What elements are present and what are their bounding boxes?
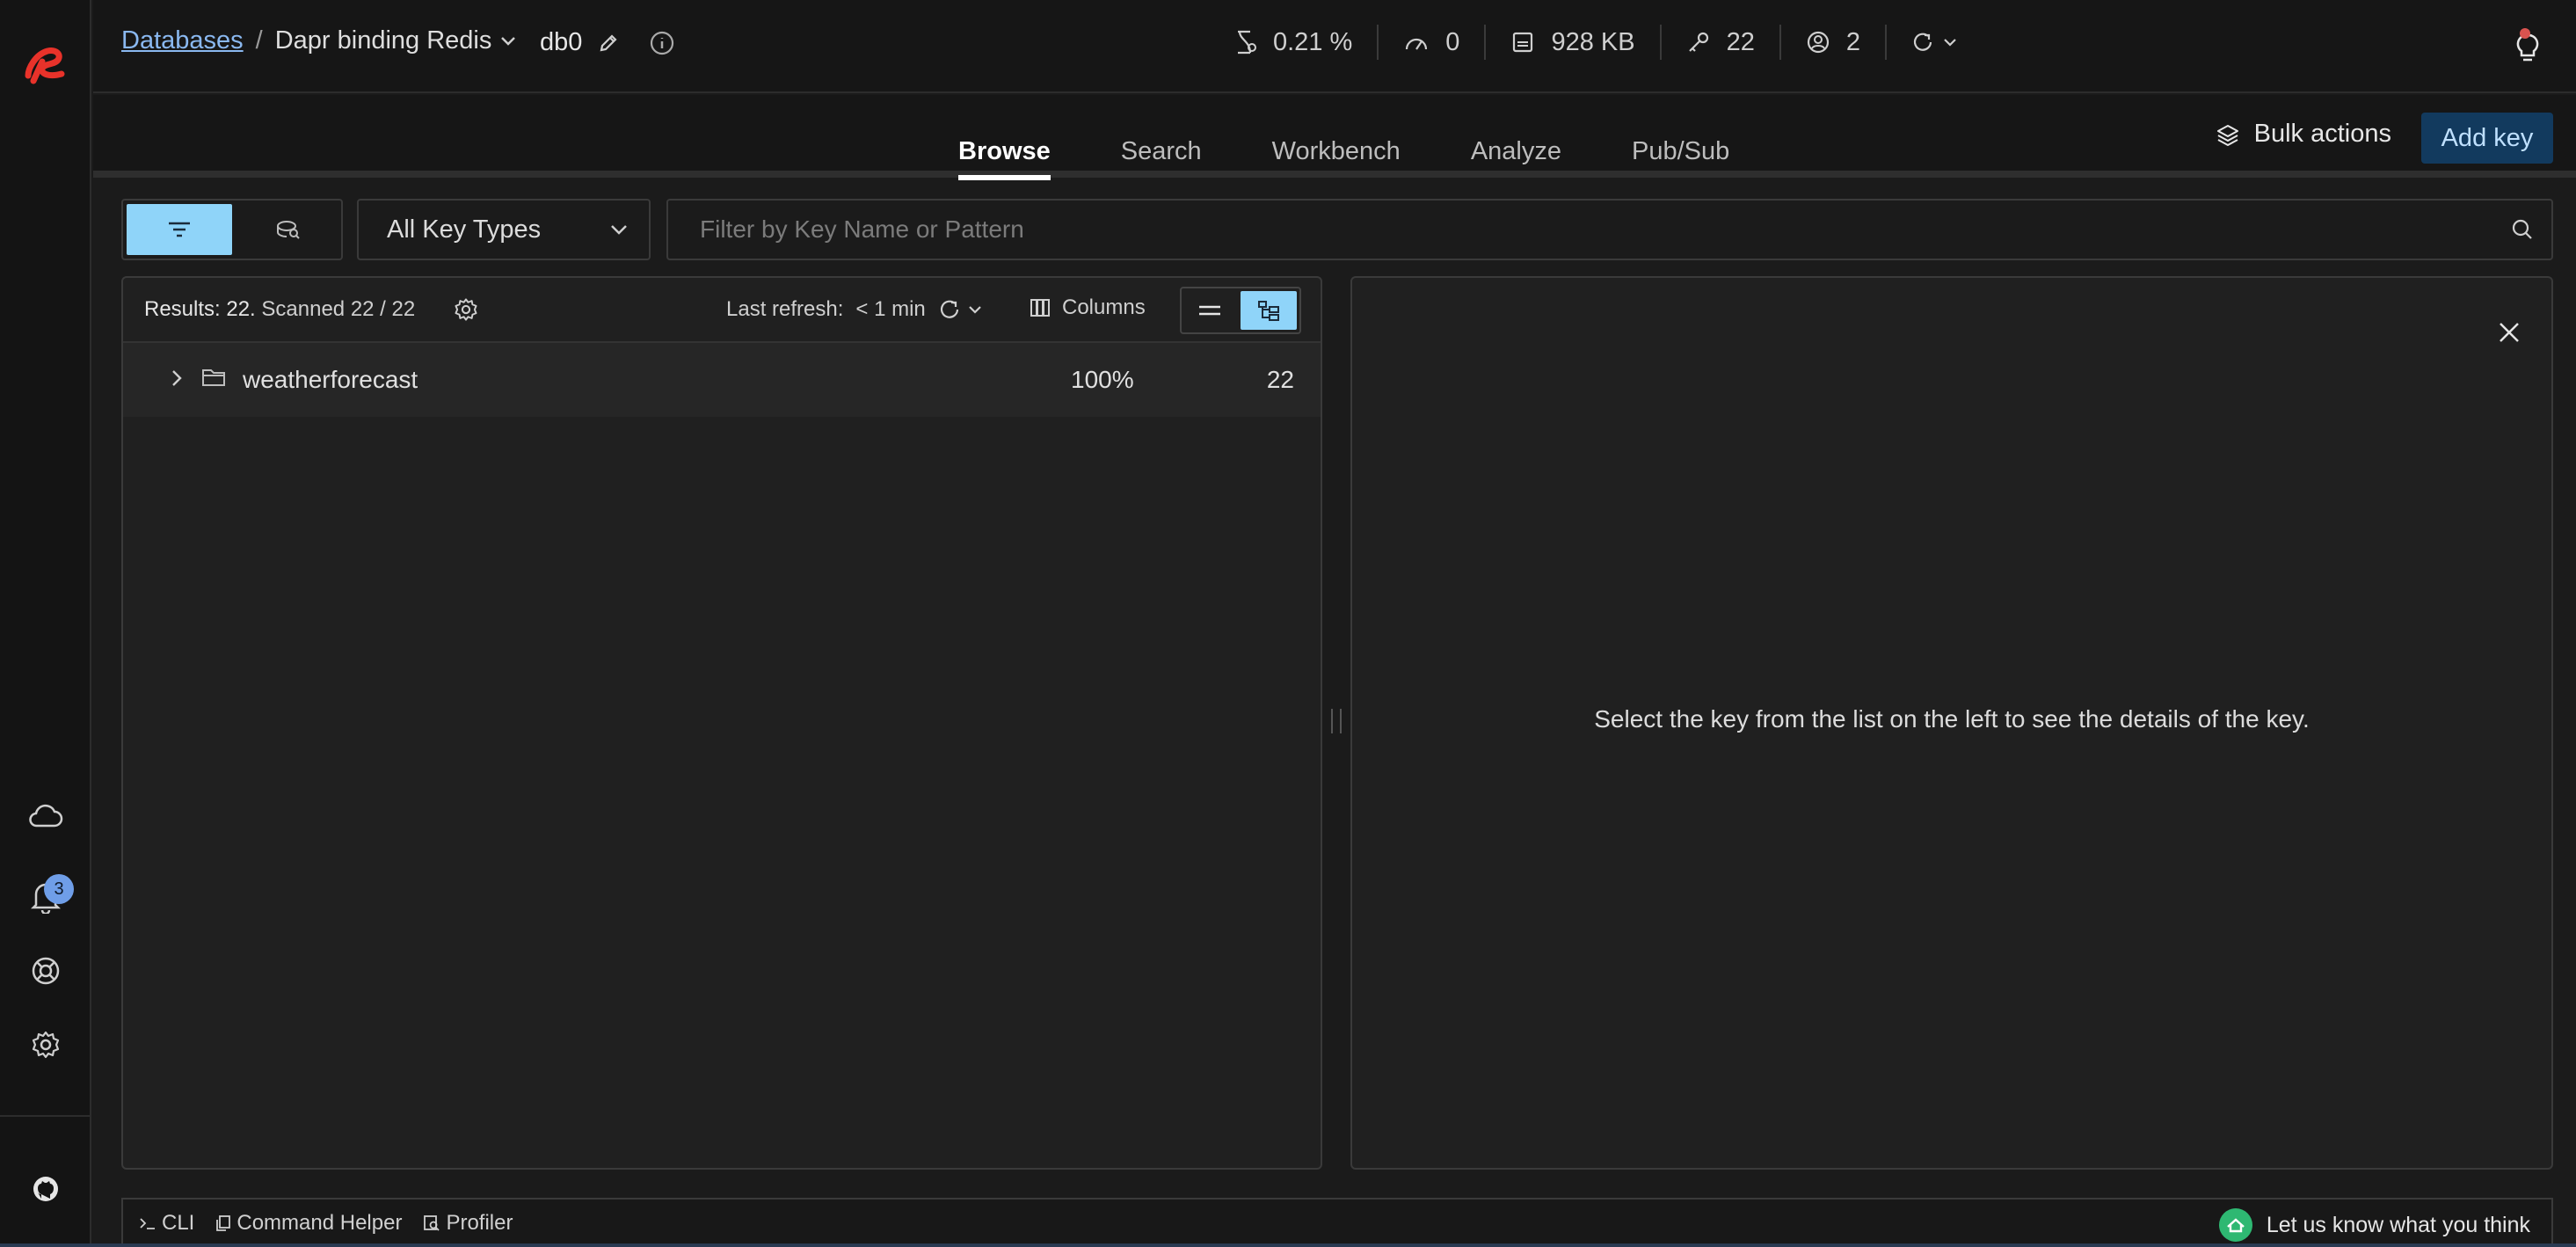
key-icon [1688, 32, 1708, 52]
db-index-label: db0 [540, 28, 583, 56]
filter-lines-icon [169, 222, 190, 237]
gear-icon[interactable] [26, 1025, 65, 1064]
tab-browse[interactable]: Browse [958, 137, 1051, 180]
key-filter-box [666, 199, 2553, 260]
lifebuoy-icon[interactable] [26, 952, 65, 990]
folder-name: weatherforecast [243, 366, 418, 393]
key-type-value: All Key Types [387, 215, 542, 244]
folder-key-count: 22 [1266, 366, 1294, 393]
chevron-down-icon [501, 36, 516, 46]
feedback-icon [2218, 1208, 2252, 1242]
command-helper-button[interactable]: Command Helper [215, 1211, 402, 1236]
database-selector[interactable]: Dapr binding Redis [275, 26, 517, 55]
close-icon[interactable] [2497, 320, 2521, 345]
browser-mode-toggle [121, 199, 343, 260]
empty-details-message: Select the key from the list on the left… [1594, 705, 2310, 733]
cli-button[interactable]: CLI [139, 1211, 194, 1236]
chevron-right-icon[interactable] [171, 368, 183, 389]
key-list-header: Results: 22. Scanned 22 / 22 Last refres… [123, 278, 1321, 343]
clients-stat: 2 [1781, 25, 1887, 60]
bulk-actions-label: Bulk actions [2253, 120, 2391, 148]
tab-workbench[interactable]: Workbench [1272, 137, 1401, 179]
profiler-button[interactable]: Profiler [423, 1211, 513, 1236]
key-type-select[interactable]: All Key Types [357, 199, 651, 260]
columns-icon [1030, 299, 1050, 317]
keys-stat: 22 [1662, 25, 1781, 60]
vector-search-icon [277, 221, 300, 239]
scan-settings-gear-icon[interactable] [454, 297, 478, 328]
tabs-row: Browse Search Workbench Analyze Pub/Sub … [93, 95, 2576, 180]
layers-icon [2216, 124, 2238, 146]
add-key-button[interactable]: Add key [2421, 113, 2553, 164]
list-view-button[interactable] [1182, 288, 1238, 332]
cpu-stat: 0.21 % [1210, 25, 1379, 60]
bulk-actions-button[interactable]: Bulk actions [2216, 120, 2391, 149]
results-summary: Results: 22. Scanned 22 / 22 [144, 297, 416, 321]
notification-badge: 3 [44, 874, 74, 904]
left-rail: 3 [0, 0, 91, 1247]
db-index: db0 [540, 28, 675, 57]
cpu-icon [1238, 30, 1256, 55]
speedometer-icon [1406, 38, 1428, 50]
tab-analyze[interactable]: Analyze [1471, 137, 1561, 179]
tab-search[interactable]: Search [1121, 137, 1202, 179]
window-bottom-edge [0, 1243, 2576, 1247]
tree-view-button[interactable] [1241, 291, 1297, 330]
lightbulb-icon[interactable] [2506, 25, 2550, 69]
breadcrumb-separator: / [255, 26, 263, 55]
refresh-icon [1913, 33, 1932, 51]
user-icon [1807, 31, 1829, 54]
panel-resize-handle[interactable] [1331, 709, 1342, 733]
cloud-icon[interactable] [26, 797, 65, 835]
columns-button[interactable]: Columns [1029, 295, 1146, 320]
auto-refresh-control[interactable] [1887, 25, 1982, 60]
terminal-icon [140, 1218, 155, 1229]
refresh-icon[interactable] [938, 298, 961, 321]
chevron-down-icon [611, 225, 627, 235]
database-name: Dapr binding Redis [274, 26, 492, 55]
github-icon[interactable] [26, 1170, 65, 1208]
rail-divider [0, 1115, 91, 1117]
breadcrumb-databases-link[interactable]: Databases [121, 26, 244, 55]
key-details-panel: Select the key from the list on the left… [1350, 276, 2553, 1170]
ops-stat: 0 [1379, 25, 1487, 60]
breadcrumb: Databases / Dapr binding Redis [121, 26, 516, 55]
search-icon[interactable] [2511, 218, 2534, 241]
folder-icon [202, 369, 225, 386]
vector-search-mode-button[interactable] [236, 201, 341, 259]
memory-stat: 928 KB [1486, 25, 1662, 60]
chevron-down-icon [1944, 39, 1956, 47]
table-row[interactable]: weatherforecast 100% 22 [123, 343, 1321, 417]
list-view-mode-toggle [1180, 287, 1301, 334]
info-icon[interactable] [649, 30, 675, 56]
filter-mode-button[interactable] [127, 204, 232, 255]
redis-logo-icon[interactable] [23, 42, 69, 88]
bottom-bar: CLI Command Helper Profiler Let us know … [121, 1198, 2553, 1247]
tree-view-icon [1258, 301, 1279, 321]
copy-doc-icon [216, 1215, 231, 1231]
tab-pubsub[interactable]: Pub/Sub [1632, 137, 1729, 179]
key-filter-input[interactable] [700, 215, 2511, 244]
top-bar: Databases / Dapr binding Redis db0 0.21 … [93, 0, 2576, 93]
last-refresh: Last refresh: < 1 min [726, 297, 982, 322]
database-stats: 0.21 % 0 928 KB 22 2 [1210, 25, 1982, 60]
profiler-icon [424, 1215, 440, 1231]
key-list-panel: Results: 22. Scanned 22 / 22 Last refres… [121, 276, 1322, 1170]
pencil-icon[interactable] [598, 33, 619, 54]
memory-icon [1513, 32, 1533, 53]
chevron-down-icon[interactable] [968, 305, 982, 314]
list-lines-icon [1199, 305, 1220, 316]
main-tabs: Browse Search Workbench Analyze Pub/Sub [958, 137, 1729, 180]
feedback-link[interactable]: Let us know what you think [2218, 1208, 2530, 1242]
folder-percent: 100% [1071, 366, 1134, 393]
